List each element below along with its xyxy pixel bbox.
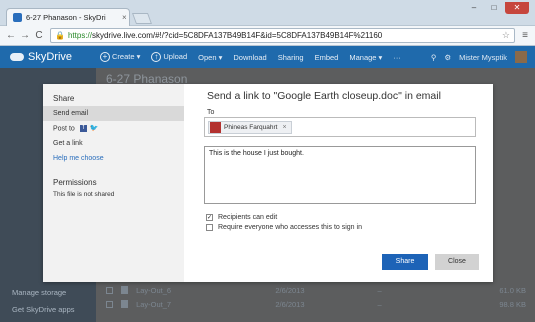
table-row[interactable]: Lay-Out_6 2/6/2013 – 61.0 KB <box>106 283 526 297</box>
skydrive-logo[interactable]: SkyDrive <box>0 51 100 63</box>
recipients-can-edit-option[interactable]: ✓ Recipients can edit <box>206 214 277 221</box>
require-signin-checkbox[interactable] <box>206 224 213 231</box>
plus-icon: + <box>100 52 110 62</box>
file-size: 98.8 KB <box>499 299 526 309</box>
url-text: skydrive.live.com/#!/?cid=5C8DFA137B49B1… <box>91 31 383 40</box>
message-textarea[interactable]: This is the house I just bought. <box>204 146 476 204</box>
download-button[interactable]: Download <box>233 53 266 62</box>
sharing-button[interactable]: Sharing <box>278 53 304 62</box>
open-button[interactable]: Open ▾ <box>198 53 222 62</box>
forward-icon[interactable]: → <box>18 30 32 41</box>
cloud-icon <box>10 53 24 61</box>
reload-icon[interactable]: C <box>32 30 46 41</box>
avatar[interactable] <box>515 51 527 63</box>
get-apps-link[interactable]: Get SkyDrive apps <box>12 305 75 314</box>
share-heading: Share <box>53 94 75 103</box>
to-label: To <box>207 109 215 116</box>
embed-button[interactable]: Embed <box>315 53 339 62</box>
file-icon <box>120 300 129 308</box>
sidebar-bottom-links: Manage storage Get SkyDrive apps <box>12 288 75 322</box>
recipients-field[interactable]: Phineas Farquahrt × <box>204 117 476 137</box>
manage-button[interactable]: Manage ▾ <box>349 53 382 62</box>
row-checkbox[interactable] <box>106 300 113 308</box>
window-close-button[interactable]: ✕ <box>505 2 529 14</box>
help-me-choose-link[interactable]: Help me choose <box>43 151 184 166</box>
maximize-button[interactable]: □ <box>485 2 503 14</box>
url-scheme: https:// <box>67 31 92 40</box>
file-sharing: – <box>377 285 382 295</box>
url-input[interactable]: 🔒 https:// skydrive.live.com/#!/?cid=5C8… <box>50 28 515 43</box>
dialog-title: Send a link to "Google Earth closeup.doc… <box>207 90 441 102</box>
file-sharing: – <box>377 299 382 309</box>
skydrive-favicon-icon <box>13 13 22 22</box>
upload-icon: ↑ <box>151 52 162 62</box>
more-button[interactable]: ··· <box>393 53 401 62</box>
bookmark-star-icon[interactable]: ☆ <box>502 30 510 41</box>
user-name[interactable]: Mister Mysptik <box>459 53 507 62</box>
upload-button[interactable]: ↑ Upload <box>151 52 187 62</box>
browser-menu-icon[interactable]: ≡ <box>519 30 531 41</box>
gear-icon[interactable]: ⚙ <box>444 53 451 62</box>
address-toolbar: ← → C 🔒 https:// skydrive.live.com/#!/?c… <box>0 26 535 46</box>
require-signin-option[interactable]: Require everyone who accesses this to si… <box>206 224 362 231</box>
post-to-option[interactable]: Post to f 🐦 <box>43 121 184 136</box>
browser-tab[interactable]: 6-27 Phanason - SkyDri × <box>6 8 130 26</box>
file-name[interactable]: Lay-Out_7 <box>136 300 275 309</box>
table-row[interactable]: Lay-Out_7 2/6/2013 – 98.8 KB <box>106 297 526 311</box>
lock-icon: 🔒 <box>55 31 65 40</box>
tab-close-icon[interactable]: × <box>122 13 127 22</box>
recipient-name: Phineas Farquahrt <box>224 124 278 131</box>
require-signin-label: Require everyone who accesses this to si… <box>218 224 362 231</box>
back-icon[interactable]: ← <box>4 30 18 41</box>
minimize-button[interactable]: – <box>465 2 483 14</box>
share-button[interactable]: Share <box>382 254 428 270</box>
file-size: 61.0 KB <box>499 285 526 295</box>
recipient-chip[interactable]: Phineas Farquahrt × <box>208 121 292 134</box>
permissions-heading: Permissions <box>53 178 97 187</box>
window-controls: – □ ✕ <box>465 2 529 14</box>
remove-recipient-icon[interactable]: × <box>282 124 286 131</box>
tab-title: 6-27 Phanason - SkyDri <box>26 13 106 22</box>
create-button[interactable]: + Create ▾ <box>100 52 140 62</box>
recipients-can-edit-checkbox[interactable]: ✓ <box>206 214 213 221</box>
twitter-icon[interactable]: 🐦 <box>90 121 99 136</box>
appbar-right: ⚲ ⚙ Mister Mysptik <box>431 51 535 63</box>
skydrive-appbar: SkyDrive + Create ▾ ↑ Upload Open ▾ Downlo… <box>0 46 535 68</box>
facebook-icon[interactable]: f <box>79 125 87 132</box>
send-email-panel: Send a link to "Google Earth closeup.doc… <box>184 84 493 282</box>
recipient-avatar <box>210 122 221 133</box>
new-tab-button[interactable] <box>131 13 153 24</box>
send-email-option[interactable]: Send email <box>43 106 184 121</box>
share-dialog: Share Send email Post to f 🐦 Get a link He… <box>43 84 493 282</box>
search-icon[interactable]: ⚲ <box>431 53 437 62</box>
recipients-can-edit-label: Recipients can edit <box>218 214 278 221</box>
file-date: 2/6/2013 <box>275 299 305 309</box>
file-name[interactable]: Lay-Out_6 <box>136 286 275 295</box>
manage-storage-link[interactable]: Manage storage <box>12 288 75 297</box>
share-options-sidebar: Share Send email Post to f 🐦 Get a link He… <box>43 84 184 282</box>
row-checkbox[interactable] <box>106 286 113 294</box>
file-date: 2/6/2013 <box>275 285 305 295</box>
browser-titlebar: 6-27 Phanason - SkyDri × – □ ✕ <box>0 0 535 26</box>
close-button[interactable]: Close <box>435 254 479 270</box>
brand-name: SkyDrive <box>28 51 73 63</box>
get-link-option[interactable]: Get a link <box>43 136 184 151</box>
permissions-status: This file is not shared <box>53 191 115 198</box>
file-icon <box>120 286 129 294</box>
